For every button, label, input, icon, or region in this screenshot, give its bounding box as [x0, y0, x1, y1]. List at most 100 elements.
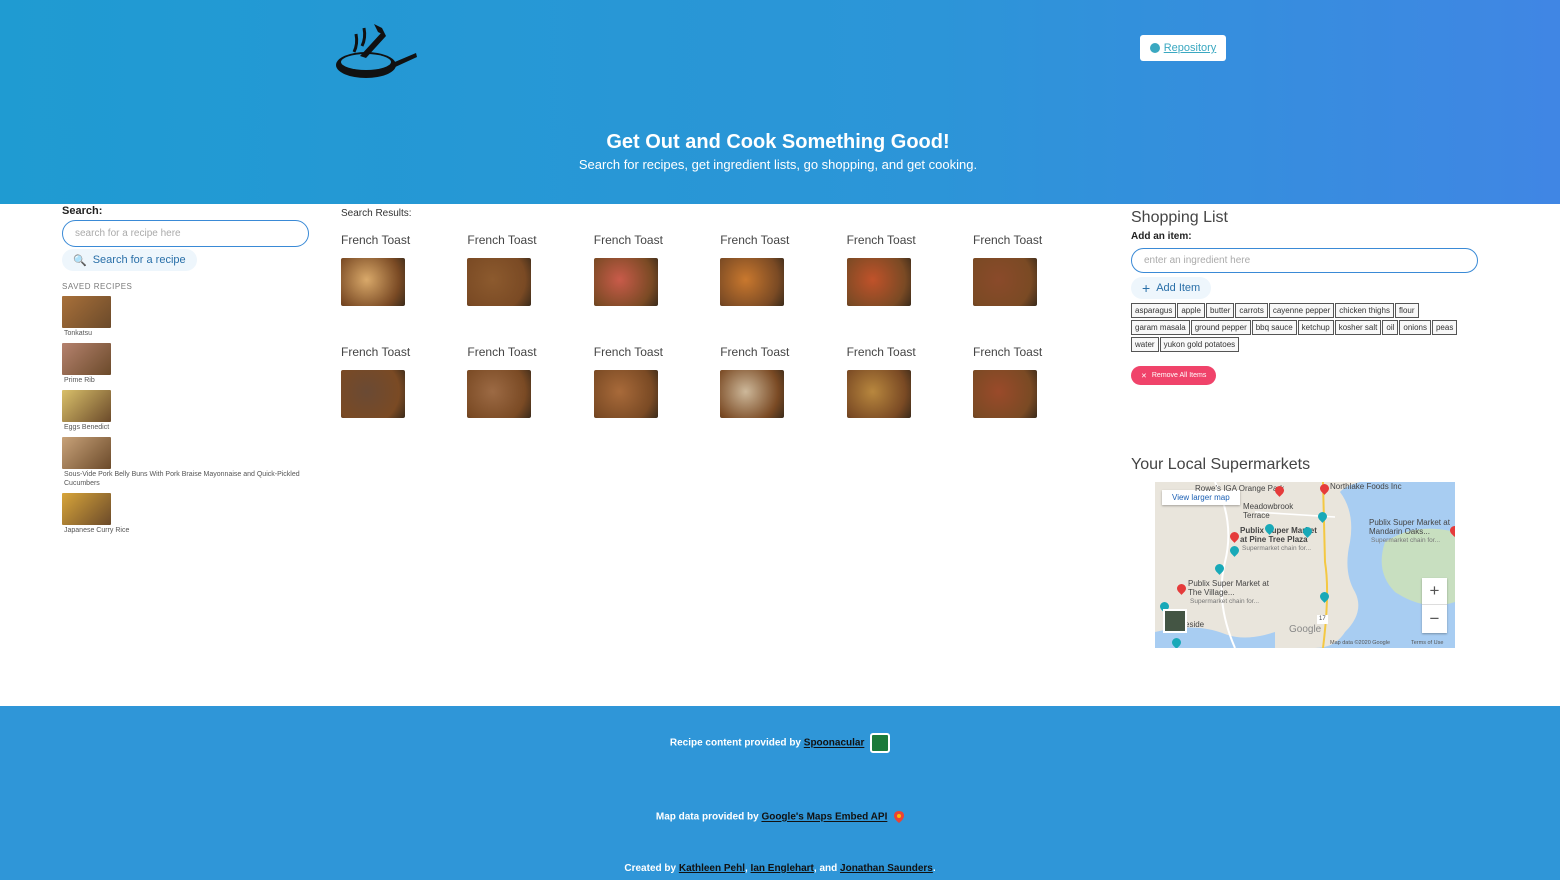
saved-recipe-thumbnail[interactable] [62, 493, 111, 525]
search-results-label: Search Results: [341, 208, 412, 219]
recipe-card[interactable]: French Toast [467, 345, 587, 418]
shopping-item-tag[interactable]: yukon gold potatoes [1159, 337, 1240, 352]
shopping-list-panel: Shopping List Add an item: + Add Item as… [1131, 209, 1491, 385]
recipe-card[interactable]: French Toast [846, 345, 967, 418]
saved-recipe-item[interactable]: Japanese Curry Rice [62, 493, 312, 535]
shopping-item-tag[interactable]: oil [1382, 320, 1399, 335]
spoonacular-link[interactable]: Spoonacular [804, 738, 865, 749]
add-item-button[interactable]: + Add Item [1131, 277, 1212, 299]
zoom-out-button[interactable]: − [1422, 605, 1447, 632]
shopping-item-tag[interactable]: cayenne pepper [1268, 303, 1335, 318]
google-logo: Google [1289, 624, 1322, 635]
shopping-item-tag[interactable]: bbq sauce [1251, 320, 1297, 335]
recipe-card-image[interactable] [973, 370, 1037, 418]
shopping-item-tag[interactable]: onions [1399, 320, 1431, 335]
shopping-item-tag[interactable]: garam masala [1131, 320, 1190, 335]
remove-all-button[interactable]: ✕ Remove All Items [1131, 366, 1217, 385]
map-sub-publix-mandarin: Supermarket chain for... [1371, 537, 1441, 544]
saved-recipe-thumbnail[interactable] [62, 343, 111, 375]
saved-recipe-item[interactable]: Tonkatsu [62, 296, 312, 338]
recipe-card[interactable]: French Toast [846, 233, 967, 306]
recipe-card-title[interactable]: French Toast [594, 345, 714, 359]
recipe-card-title[interactable]: French Toast [973, 233, 1093, 247]
shopping-item-tag[interactable]: ground pepper [1190, 320, 1251, 335]
supermarkets-title: Your Local Supermarkets [1131, 456, 1311, 473]
footer-credits-line: Created by Kathleen Pehl, Ian Englehart,… [0, 863, 1560, 874]
recipe-card-title[interactable]: French Toast [467, 233, 587, 247]
hero-banner: Repository Get Out and Cook Something Go… [0, 0, 1560, 204]
repository-button[interactable]: Repository [1140, 35, 1226, 61]
shopping-item-tag[interactable]: water [1131, 337, 1159, 352]
recipe-search-input[interactable] [62, 220, 309, 247]
shopping-item-tag[interactable]: ketchup [1297, 320, 1334, 335]
comma-separator: , [744, 863, 748, 874]
recipe-card-image[interactable] [720, 370, 785, 418]
author-link-jonathan[interactable]: Jonathan Saunders [840, 863, 933, 874]
shopping-list-title: Shopping List [1131, 209, 1228, 226]
saved-recipe-item[interactable]: Eggs Benedict [62, 390, 312, 432]
search-results: Search Results: French Toast French Toast… [341, 208, 1101, 418]
recipe-card[interactable]: French Toast [341, 345, 461, 418]
shopping-item-tag[interactable]: carrots [1235, 303, 1268, 318]
recipe-card[interactable]: French Toast [341, 233, 461, 306]
supermarket-map[interactable]: View larger map Rowe's IGA Orange Park N… [1155, 482, 1455, 648]
recipe-card-image[interactable] [846, 258, 911, 306]
recipe-card[interactable]: French Toast [973, 345, 1093, 418]
recipe-card-image[interactable] [593, 258, 658, 306]
search-icon: 🔍 [73, 254, 87, 267]
recipe-card-image[interactable] [467, 258, 532, 306]
shopping-item-tag[interactable]: apple [1177, 303, 1205, 318]
shopping-item-tag[interactable]: asparagus [1131, 303, 1177, 318]
zoom-in-button[interactable]: + [1422, 578, 1447, 605]
plus-icon: + [1142, 280, 1151, 296]
shopping-item-tag[interactable]: flour [1394, 303, 1419, 318]
recipe-card-image[interactable] [593, 370, 658, 418]
shopping-item-tag[interactable]: butter [1205, 303, 1235, 318]
recipe-card-title[interactable]: French Toast [341, 233, 461, 247]
recipe-card-title[interactable]: French Toast [467, 345, 587, 359]
map-data-credit: Map data ©2020 Google [1330, 640, 1391, 646]
recipe-card[interactable]: French Toast [720, 233, 840, 306]
saved-recipe-name: Prime Rib [64, 377, 95, 384]
ingredient-input[interactable] [1131, 248, 1478, 273]
saved-recipe-name: Japanese Curry Rice [64, 527, 130, 534]
shopping-item-tag[interactable]: kosher salt [1334, 320, 1382, 335]
search-recipe-button[interactable]: 🔍 Search for a recipe [62, 249, 197, 271]
recipe-card-title[interactable]: French Toast [720, 345, 840, 359]
author-link-kathleen[interactable]: Kathleen Pehl [679, 863, 745, 874]
recipe-card-image[interactable] [973, 258, 1037, 306]
saved-recipe-thumbnail[interactable] [62, 296, 111, 328]
saved-recipe-thumbnail[interactable] [62, 437, 111, 469]
recipe-card[interactable]: French Toast [720, 345, 840, 418]
map-sub-publix-pine: Supermarket chain for... [1242, 545, 1312, 552]
shopping-item-tag[interactable]: peas [1431, 320, 1458, 335]
recipe-card-title[interactable]: French Toast [720, 233, 840, 247]
recipe-card-title[interactable]: French Toast [594, 233, 714, 247]
saved-recipe-thumbnail[interactable] [62, 390, 111, 422]
footer-created-prefix: Created by [624, 863, 677, 874]
shopping-item-tag[interactable]: chicken thighs [1335, 303, 1394, 318]
recipe-card-image[interactable] [720, 258, 785, 306]
author-link-ian[interactable]: Ian Englehart [751, 863, 814, 874]
recipe-card-title[interactable]: French Toast [341, 345, 461, 359]
saved-recipe-item[interactable]: Prime Rib [62, 343, 312, 385]
recipe-card[interactable]: French Toast [467, 233, 587, 306]
map-label-meadowbrook: Meadowbrook Terrace [1243, 502, 1294, 520]
recipe-card[interactable]: French Toast [593, 345, 714, 418]
recipe-card[interactable]: French Toast [593, 233, 714, 306]
recipe-card-image[interactable] [341, 370, 405, 418]
recipe-card-image[interactable] [341, 258, 405, 306]
satellite-toggle-icon[interactable] [1163, 609, 1187, 633]
zoom-controls: + − [1422, 578, 1447, 633]
recipe-card-image[interactable] [467, 370, 532, 418]
add-item-button-label: Add Item [1156, 282, 1201, 294]
saved-recipe-item[interactable]: Sous-Vide Pork Belly Buns With Pork Brai… [62, 437, 312, 488]
recipe-card[interactable]: French Toast [973, 233, 1093, 306]
recipe-card-title[interactable]: French Toast [847, 233, 967, 247]
map-sub-publix-village: Supermarket chain for... [1190, 598, 1260, 605]
recipe-card-image[interactable] [846, 370, 911, 418]
map-terms-link[interactable]: Terms of Use [1411, 640, 1443, 646]
recipe-card-title[interactable]: French Toast [847, 345, 967, 359]
maps-api-link[interactable]: Google's Maps Embed API [761, 812, 887, 823]
recipe-card-title[interactable]: French Toast [973, 345, 1093, 359]
